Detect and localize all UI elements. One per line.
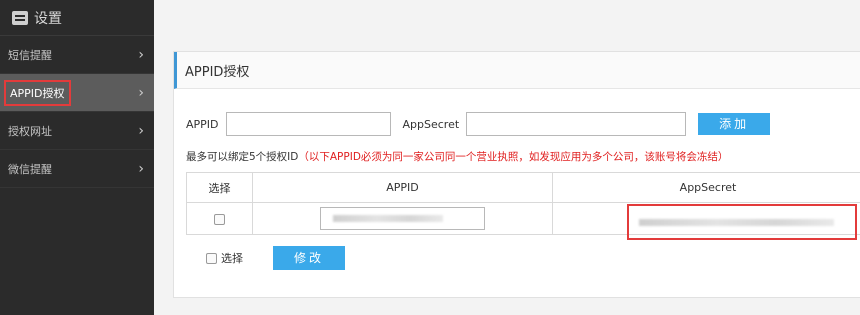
sidebar: 设置 短信提醒 › APPID授权 › 授权网址 › 微信提醒 › bbox=[0, 0, 154, 315]
select-all-checkbox[interactable] bbox=[206, 252, 217, 264]
appid-value-field[interactable] bbox=[320, 207, 485, 230]
chevron-right-icon: › bbox=[138, 84, 144, 101]
add-form: APPID AppSecret 添加 bbox=[186, 112, 771, 136]
appid-label: APPID bbox=[186, 117, 219, 131]
chevron-right-icon: › bbox=[138, 160, 144, 177]
sidebar-item-appid-auth[interactable]: APPID授权 › bbox=[0, 74, 154, 112]
appid-table: 选择 APPID AppSecret bbox=[186, 172, 860, 240]
settings-icon bbox=[12, 10, 28, 25]
sidebar-item-label: 微信提醒 bbox=[8, 162, 52, 176]
add-button[interactable]: 添加 bbox=[698, 113, 771, 135]
redacted-value bbox=[333, 215, 443, 222]
sidebar-title: 设置 bbox=[34, 10, 62, 27]
appsecret-label: AppSecret bbox=[402, 117, 460, 131]
select-all-label: 选择 bbox=[221, 252, 243, 265]
chevron-right-icon: › bbox=[138, 122, 144, 139]
chevron-right-icon: › bbox=[138, 46, 144, 63]
table-footer: 选择 修改 bbox=[206, 246, 345, 270]
row-checkbox[interactable] bbox=[214, 213, 225, 225]
sidebar-item-auth-url[interactable]: 授权网址 › bbox=[0, 112, 154, 150]
sidebar-header: 设置 bbox=[0, 0, 154, 36]
column-header-appsecret: AppSecret bbox=[552, 172, 860, 203]
column-header-appid: APPID bbox=[252, 172, 553, 203]
panel-title: APPID授权 bbox=[174, 52, 860, 89]
bind-notice: 最多可以绑定5个授权ID（以下APPID必须为同一家公司同一个营业执照，如发现应… bbox=[186, 149, 728, 164]
edit-button[interactable]: 修改 bbox=[273, 246, 345, 270]
appsecret-cell bbox=[552, 202, 860, 240]
notice-warning: （以下APPID必须为同一家公司同一个营业执照，如发现应用为多个公司，该账号将会… bbox=[298, 151, 729, 163]
appid-cell bbox=[252, 202, 553, 235]
appsecret-value-highlight bbox=[627, 204, 857, 240]
notice-text: 最多可以绑定5个授权ID bbox=[186, 151, 299, 163]
column-header-select: 选择 bbox=[186, 172, 253, 203]
appid-input[interactable] bbox=[225, 112, 391, 136]
sidebar-item-wechat-reminder[interactable]: 微信提醒 › bbox=[0, 150, 154, 188]
sidebar-item-label: 短信提醒 bbox=[8, 48, 52, 62]
select-cell bbox=[186, 202, 253, 235]
sidebar-item-sms-reminder[interactable]: 短信提醒 › bbox=[0, 36, 154, 74]
table-header-row: 选择 APPID AppSecret bbox=[186, 172, 860, 203]
appid-panel: APPID授权 APPID AppSecret 添加 最多可以绑定5个授权ID（… bbox=[173, 51, 860, 298]
table-row bbox=[186, 202, 860, 240]
appsecret-input[interactable] bbox=[466, 112, 687, 136]
sidebar-item-label: 授权网址 bbox=[8, 124, 52, 138]
redacted-value bbox=[639, 218, 834, 226]
sidebar-item-label: APPID授权 bbox=[4, 79, 71, 106]
